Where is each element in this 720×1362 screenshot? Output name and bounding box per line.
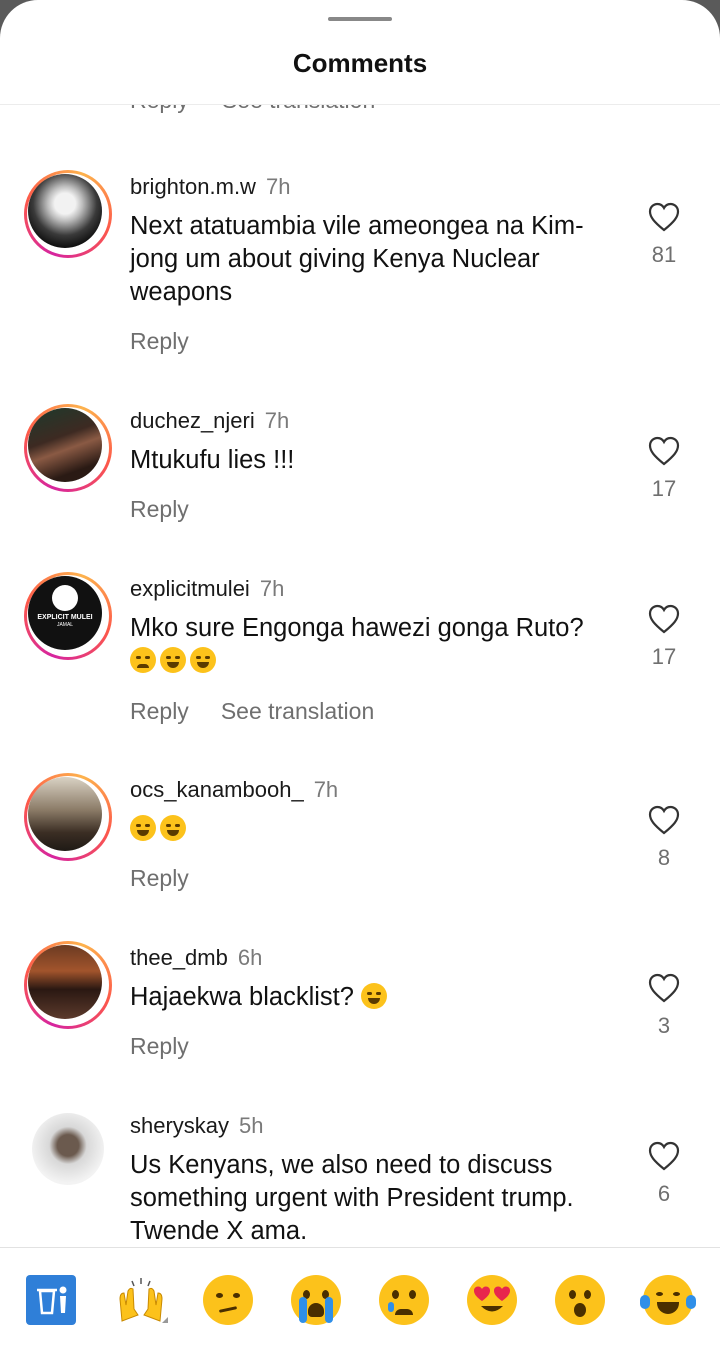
partial-actions-row: Reply See translation: [130, 105, 408, 114]
comment-time: 5h: [239, 1113, 264, 1138]
like-count: 8: [657, 845, 671, 870]
reply-button[interactable]: Reply: [130, 105, 189, 113]
heart-icon: [648, 202, 680, 232]
tears-of-joy-emoji: [160, 647, 186, 673]
tears-of-joy-emoji[interactable]: [640, 1275, 696, 1325]
comment-text: Mko sure Engonga hawezi gonga Ruto?: [130, 614, 584, 642]
mascot-icon: [52, 585, 78, 611]
like-count: 3: [657, 1013, 671, 1038]
comment-actions: Reply: [130, 496, 221, 523]
heart-eyes-face-emoji[interactable]: [467, 1275, 517, 1325]
comment-username[interactable]: brighton.m.w: [130, 174, 256, 199]
raising-hands-emoji[interactable]: [114, 1275, 168, 1325]
like-count: 6: [657, 1181, 671, 1206]
heart-icon: [648, 436, 680, 466]
like-control[interactable]: 6: [644, 1141, 684, 1207]
like-control[interactable]: 8: [644, 805, 684, 871]
comment-username[interactable]: ocs_kanambooh_: [130, 777, 304, 802]
comment-list[interactable]: Reply See translation brighton.m.w 7h Next…: [0, 105, 720, 1247]
heart-icon: [648, 973, 680, 1003]
comment-time: 7h: [264, 408, 290, 433]
sheet-title: Comments: [292, 48, 428, 78]
open-mouth-face-emoji[interactable]: [555, 1275, 605, 1325]
like-count: 17: [651, 476, 677, 501]
like-control[interactable]: 17: [644, 604, 684, 670]
comment-time: 6h: [237, 945, 263, 970]
like-count: 81: [651, 242, 677, 267]
avatar[interactable]: [24, 404, 112, 492]
avatar[interactable]: [24, 941, 112, 1029]
avatar-brand-subtext: JAMAL: [56, 622, 74, 628]
like-count: 17: [651, 644, 677, 669]
comment-actions: Reply: [130, 1033, 221, 1060]
see-translation-button[interactable]: See translation: [221, 698, 374, 724]
comment-username[interactable]: sheryskay: [130, 1113, 229, 1138]
tears-of-joy-emoji: [361, 983, 388, 1009]
reply-button[interactable]: Reply: [130, 328, 189, 354]
avatar-brand-text: EXPLICIT MULEI: [37, 614, 93, 621]
see-translation-button[interactable]: See translation: [222, 105, 375, 113]
smirking-face-emoji[interactable]: [203, 1275, 253, 1325]
reaction-bar: [0, 1247, 720, 1362]
heart-icon: [648, 805, 680, 835]
reply-button[interactable]: Reply: [130, 1033, 189, 1059]
avatar[interactable]: [32, 1113, 104, 1185]
crying-face-emoji[interactable]: [379, 1275, 429, 1325]
comment-actions: Reply: [130, 865, 221, 892]
reply-button[interactable]: Reply: [130, 496, 189, 522]
comment-text: Us Kenyans, we also need to discuss some…: [130, 1151, 574, 1245]
comment-actions: Reply See translation: [130, 698, 406, 725]
avatar[interactable]: EXPLICIT MULEI JAMAL: [24, 572, 112, 660]
tears-of-joy-emoji: [130, 815, 156, 841]
avatar[interactable]: [24, 773, 112, 861]
like-control[interactable]: 17: [644, 436, 684, 502]
comment-time: 7h: [313, 777, 339, 802]
tears-of-joy-emoji: [160, 815, 186, 841]
heart-icon: [648, 1141, 680, 1171]
comment-text-block: Mko sure Engonga hawezi gonga Ruto?: [130, 612, 600, 678]
comment-time: 7h: [259, 576, 285, 601]
comment-username[interactable]: duchez_njeri: [130, 408, 255, 433]
comment-username[interactable]: explicitmulei: [130, 576, 250, 601]
drag-handle[interactable]: [328, 17, 392, 21]
trash-icon[interactable]: [26, 1275, 76, 1325]
comment-text: Mtukufu lies !!!: [130, 446, 295, 474]
comment-text: Hajaekwa blacklist?: [130, 983, 354, 1011]
comment-time: 7h: [265, 174, 291, 199]
reply-button[interactable]: Reply: [130, 865, 189, 891]
like-control[interactable]: 81: [644, 202, 684, 268]
comment-text-block: Hajaekwa blacklist?: [130, 981, 600, 1014]
tears-of-joy-emoji: [190, 647, 216, 673]
comments-sheet: Comments Reply See translation brighton.m…: [0, 0, 720, 1362]
loudly-crying-face-emoji[interactable]: [291, 1275, 341, 1325]
like-control[interactable]: 3: [644, 973, 684, 1039]
comment-actions: Reply: [130, 328, 221, 355]
comment-text: Next atatuambia vile ameongea na Kim-jon…: [130, 212, 584, 306]
avatar[interactable]: [24, 170, 112, 258]
heart-icon: [648, 604, 680, 634]
reply-button[interactable]: Reply: [130, 698, 189, 724]
crying-face-emoji: [130, 647, 156, 673]
comment-text-block: [130, 813, 600, 846]
comment-username[interactable]: thee_dmb: [130, 945, 228, 970]
